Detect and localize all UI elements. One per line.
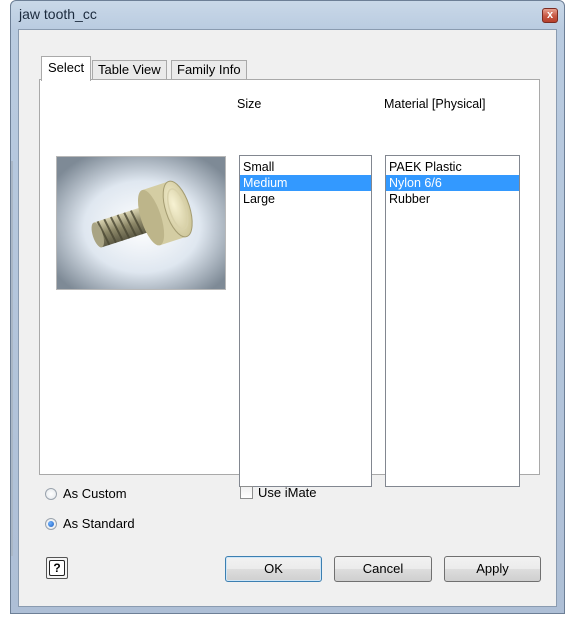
material-listbox[interactable]: PAEK Plastic Nylon 6/6 Rubber: [385, 155, 520, 487]
size-label: Size: [237, 97, 262, 111]
use-imate-label: Use iMate: [258, 485, 317, 500]
title-bar[interactable]: jaw tooth_cc x: [11, 1, 564, 29]
close-button[interactable]: x: [542, 8, 558, 23]
ok-button[interactable]: OK: [225, 556, 322, 582]
dialog-window: jaw tooth_cc x Select Table View Family …: [10, 0, 565, 614]
part-preview-image: [56, 156, 226, 290]
as-standard-radio[interactable]: [45, 517, 57, 530]
as-standard-label: As Standard: [63, 516, 135, 531]
tab-family-info[interactable]: Family Info: [171, 60, 247, 80]
window-title: jaw tooth_cc: [19, 6, 97, 22]
dialog-client-area: Select Table View Family Info Size Mater…: [18, 29, 557, 607]
help-button[interactable]: ?: [46, 557, 68, 579]
list-item-material-paek-plastic[interactable]: PAEK Plastic: [386, 159, 519, 175]
list-item-size-small[interactable]: Small: [240, 159, 371, 175]
use-imate-option[interactable]: Use iMate: [240, 485, 317, 500]
list-item-material-rubber[interactable]: Rubber: [386, 191, 519, 207]
material-label: Material [Physical]: [384, 97, 486, 111]
cancel-button[interactable]: Cancel: [334, 556, 432, 582]
tab-table-view[interactable]: Table View: [92, 60, 167, 80]
tab-select[interactable]: Select: [41, 56, 92, 81]
select-tab-panel: Size Material [Physical] Small Medium La…: [39, 79, 540, 487]
help-icon: ?: [49, 560, 65, 576]
list-item-size-medium[interactable]: Medium: [240, 175, 371, 191]
as-custom-radio[interactable]: [45, 487, 57, 500]
window-left-edge: [11, 161, 13, 556]
as-standard-option[interactable]: As Standard: [45, 516, 135, 531]
close-icon: x: [546, 9, 554, 21]
use-imate-checkbox[interactable]: [240, 486, 253, 499]
size-listbox[interactable]: Small Medium Large: [239, 155, 372, 487]
as-custom-option[interactable]: As Custom: [45, 486, 127, 501]
as-custom-label: As Custom: [63, 486, 127, 501]
apply-button[interactable]: Apply: [444, 556, 541, 582]
list-item-material-nylon[interactable]: Nylon 6/6: [386, 175, 519, 191]
list-item-size-large[interactable]: Large: [240, 191, 371, 207]
